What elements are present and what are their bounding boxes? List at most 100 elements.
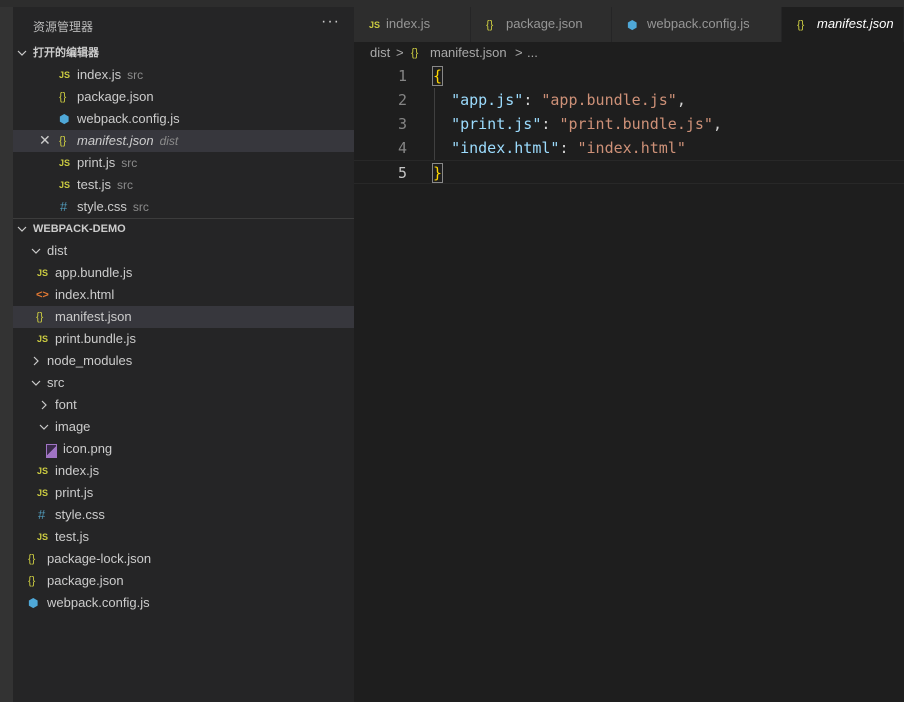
activity-bar — [0, 7, 13, 702]
file-name: style.css — [55, 507, 105, 522]
json-file-icon: {} — [59, 135, 67, 147]
tab-label: manifest.json — [817, 16, 894, 31]
json-file-icon: {} — [36, 311, 44, 323]
json-file-icon: {} — [486, 19, 494, 31]
tab-webpack-config[interactable]: ⬢ webpack.config.js — [612, 7, 782, 42]
breadcrumb-folder[interactable]: dist — [370, 46, 390, 60]
json-key: "index.html" — [451, 139, 560, 157]
open-editors-section-header[interactable]: 打开的编辑器 — [13, 42, 354, 64]
open-editor-item[interactable]: ⬢ webpack.config.js — [13, 108, 354, 130]
tree-file[interactable]: {} package.json — [13, 570, 354, 592]
tree-file[interactable]: ⬢ webpack.config.js — [13, 592, 354, 614]
tab-package-json[interactable]: {} package.json — [471, 7, 612, 42]
json-value: "app.bundle.js" — [541, 91, 677, 109]
css-file-icon: # — [38, 507, 46, 522]
json-key: "app.js" — [451, 91, 524, 109]
project-section-header[interactable]: WEBPACK-DEMO — [13, 218, 354, 240]
tab-label: package.json — [506, 16, 583, 31]
json-key: "print.js" — [451, 115, 542, 133]
tree-file[interactable]: # style.css — [13, 504, 354, 526]
json-value: "index.html" — [577, 139, 686, 157]
file-name: index.js — [77, 67, 122, 82]
json-file-icon: {} — [797, 19, 805, 31]
chevron-down-icon — [39, 424, 49, 430]
file-name: package.json — [77, 89, 154, 104]
webpack-file-icon: ⬢ — [59, 112, 70, 126]
tab-index-js[interactable]: JS index.js — [354, 7, 471, 42]
open-editor-item-active[interactable]: ✕ {} manifest.json dist — [13, 130, 354, 152]
open-brace: { — [431, 66, 444, 86]
file-folder-desc: src — [121, 156, 138, 170]
open-editor-item[interactable]: {} package.json — [13, 86, 354, 108]
tab-manifest-json[interactable]: {} manifest.json — [782, 7, 904, 42]
open-editor-item[interactable]: JS index.js src — [13, 64, 354, 86]
file-name: webpack.config.js — [77, 111, 180, 126]
code-line: 1 { — [354, 64, 904, 88]
json-comma: , — [712, 115, 722, 133]
json-file-icon: {} — [411, 47, 419, 59]
close-icon[interactable]: ✕ — [39, 133, 51, 147]
tree-file[interactable]: icon.png — [13, 438, 354, 460]
explorer-sidebar: 资源管理器 ··· 打开的编辑器 JS index.js src {} packa… — [13, 7, 354, 702]
css-file-icon: # — [60, 199, 68, 214]
file-folder-desc: src — [127, 68, 144, 82]
close-brace: } — [431, 163, 444, 183]
line-number: 1 — [397, 67, 407, 85]
folder-name: src — [47, 375, 65, 390]
open-editor-item[interactable]: # style.css src — [13, 196, 354, 218]
breadcrumb-symbol-more[interactable]: ... — [527, 46, 538, 60]
json-colon: : — [523, 91, 542, 109]
explorer-title: 资源管理器 — [33, 20, 94, 34]
tree-file[interactable]: JS index.js — [13, 460, 354, 482]
json-file-icon: {} — [28, 575, 36, 587]
open-editor-item[interactable]: JS test.js src — [13, 174, 354, 196]
line-number: 5 — [397, 164, 407, 182]
folder-name: font — [55, 397, 77, 412]
code-line: 2 "app.js": "app.bundle.js", — [354, 88, 904, 112]
explorer-header: 资源管理器 ··· — [13, 7, 354, 42]
file-name: icon.png — [63, 441, 113, 456]
tab-label: webpack.config.js — [647, 16, 750, 31]
file-name: print.bundle.js — [55, 331, 136, 346]
chevron-right-icon: > — [396, 45, 404, 60]
open-editor-item[interactable]: JS print.js src — [13, 152, 354, 174]
file-name: package.json — [47, 573, 124, 588]
file-name: style.css — [77, 199, 127, 214]
editor-tab-bar: JS index.js {} package.json ⬢ webpack.co… — [354, 7, 904, 42]
tree-folder-dist[interactable]: dist — [13, 240, 354, 262]
json-file-icon: {} — [59, 91, 67, 103]
tree-file-selected[interactable]: {} manifest.json — [13, 306, 354, 328]
more-actions-icon[interactable]: ··· — [321, 13, 340, 31]
chevron-down-icon — [17, 50, 27, 56]
file-name: print.js — [55, 485, 94, 500]
code-editor[interactable]: 1 { 2 "app.js": "app.bundle.js", 3 "prin… — [354, 64, 904, 702]
line-number: 2 — [397, 91, 407, 109]
tree-file[interactable]: JS test.js — [13, 526, 354, 548]
tree-file[interactable]: JS print.js — [13, 482, 354, 504]
tree-folder-image[interactable]: image — [13, 416, 354, 438]
tree-file[interactable]: {} package-lock.json — [13, 548, 354, 570]
js-file-icon: JS — [59, 180, 71, 190]
tree-file[interactable]: <> index.html — [13, 284, 354, 306]
tree-folder-font[interactable]: font — [13, 394, 354, 416]
file-name: manifest.json — [55, 309, 132, 324]
tree-folder-node-modules[interactable]: node_modules — [13, 350, 354, 372]
breadcrumb: dist > {} manifest.json > ... — [354, 42, 904, 64]
file-name: index.html — [55, 287, 115, 302]
js-file-icon: JS — [37, 466, 49, 476]
tree-file[interactable]: JS print.bundle.js — [13, 328, 354, 350]
chevron-down-icon — [31, 380, 41, 386]
tree-file[interactable]: JS app.bundle.js — [13, 262, 354, 284]
tab-label: index.js — [386, 16, 431, 31]
file-name: test.js — [77, 177, 111, 192]
code-line: 3 "print.js": "print.bundle.js", — [354, 112, 904, 136]
line-number: 3 — [397, 115, 407, 133]
chevron-right-icon — [41, 400, 47, 410]
tree-folder-src[interactable]: src — [13, 372, 354, 394]
js-file-icon: JS — [59, 70, 71, 80]
line-number: 4 — [397, 139, 407, 157]
file-name: index.js — [55, 463, 100, 478]
file-name: test.js — [55, 529, 89, 544]
json-colon: : — [541, 115, 560, 133]
breadcrumb-file[interactable]: manifest.json — [430, 46, 507, 60]
